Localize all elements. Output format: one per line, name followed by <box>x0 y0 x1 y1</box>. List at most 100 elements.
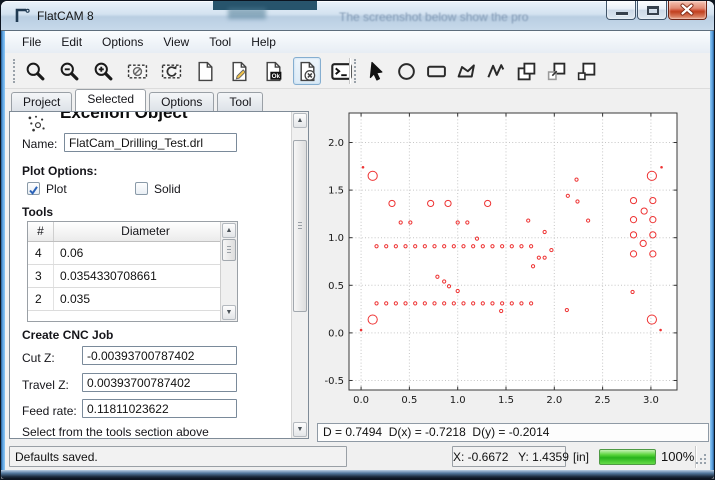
scroll-up-button[interactable]: ▲ <box>222 223 236 238</box>
tools-hint-text: Select from the tools section above <box>22 425 209 439</box>
copy-geometry-button[interactable] <box>542 57 570 85</box>
progress-percent-label: 100% <box>661 449 694 464</box>
toolbar-grip[interactable] <box>13 59 17 83</box>
menu-item-options[interactable]: Options <box>93 32 152 52</box>
resize-grip[interactable] <box>695 453 708 471</box>
scroll-down-button[interactable]: ▼ <box>222 305 236 320</box>
name-input[interactable] <box>64 133 237 152</box>
svg-text:0.0: 0.0 <box>353 395 369 406</box>
plot-checkbox-label[interactable]: Plot <box>46 182 67 196</box>
tab-project[interactable]: Project <box>11 92 72 111</box>
clear-plot-button[interactable] <box>123 57 151 85</box>
window-border-bottom <box>1 470 714 479</box>
menu-item-view[interactable]: View <box>154 32 198 52</box>
column-header-diameter[interactable]: Diameter <box>54 222 237 241</box>
column-header-num[interactable]: # <box>28 222 54 241</box>
cancel-geometry-button[interactable] <box>293 57 321 85</box>
create-cnc-job-label: Create CNC Job <box>22 328 113 342</box>
panel-scrollbar[interactable]: ▲ ▼ <box>291 112 308 438</box>
scrollbar-thumb[interactable] <box>222 239 236 261</box>
name-label: Name: <box>22 137 57 151</box>
tool-number-cell[interactable]: 2 <box>28 288 54 310</box>
tool-number-cell[interactable]: 3 <box>28 265 54 287</box>
travel-z-input[interactable] <box>82 373 237 392</box>
svg-text:2.0: 2.0 <box>546 395 562 406</box>
plot-area[interactable]: 0.00.51.01.52.02.53.0-0.50.00.51.01.52.0 <box>314 91 710 418</box>
cancel-geometry-icon <box>297 61 318 82</box>
svg-text:1.0: 1.0 <box>450 395 466 406</box>
draw-rectangle-button[interactable] <box>422 57 450 85</box>
tool-diameter-cell[interactable]: 0.035 <box>54 288 237 310</box>
check-icon <box>28 185 39 196</box>
menu-item-help[interactable]: Help <box>242 32 285 52</box>
draw-circle-button[interactable] <box>392 57 420 85</box>
table-scrollbar[interactable]: ▲ ▼ <box>220 222 237 321</box>
new-file-button[interactable] <box>191 57 219 85</box>
console-button[interactable] <box>327 57 355 85</box>
feed-rate-input[interactable] <box>82 399 237 418</box>
plot-checkbox[interactable] <box>27 182 40 195</box>
table-row[interactable]: 20.035 <box>28 288 237 311</box>
svg-text:0.0: 0.0 <box>328 328 344 339</box>
background-glass-blob <box>228 8 266 19</box>
draw-polyline-icon <box>486 61 507 82</box>
page-title: Excellon Object <box>60 112 188 123</box>
tool-diameter-cell[interactable]: 0.06 <box>54 242 237 264</box>
replot-button[interactable] <box>157 57 185 85</box>
minimize-button[interactable] <box>606 1 636 20</box>
feed-rate-label: Feed rate: <box>22 404 77 418</box>
menu-bar: FileEditOptionsViewToolHelp <box>5 31 710 53</box>
tools-label: Tools <box>22 205 53 219</box>
union-icon <box>516 61 537 82</box>
svg-text:1.5: 1.5 <box>328 186 344 197</box>
edit-geometry-button[interactable] <box>225 57 253 85</box>
tool-diameter-cell[interactable]: 0.0354330708661 <box>54 265 237 287</box>
plot-options-label: Plot Options: <box>22 164 97 178</box>
zoom-out-button[interactable] <box>55 57 83 85</box>
union-button[interactable] <box>512 57 540 85</box>
title-bar[interactable]: The screenshot below show the pro FlatCA… <box>1 1 714 31</box>
tab-selected[interactable]: Selected <box>75 89 146 111</box>
maximize-button[interactable] <box>637 1 667 20</box>
background-ghost-text: The screenshot below show the pro <box>339 10 528 24</box>
draw-polygon-button[interactable] <box>452 57 480 85</box>
svg-text:1.0: 1.0 <box>328 233 344 244</box>
edit-geometry-icon <box>229 61 250 82</box>
move-geometry-button[interactable] <box>572 57 600 85</box>
menu-item-file[interactable]: File <box>13 32 50 52</box>
scroll-down-button[interactable]: ▼ <box>293 422 307 437</box>
svg-text:2.5: 2.5 <box>595 395 611 406</box>
svg-text:1.5: 1.5 <box>498 395 514 406</box>
zoom-out-icon <box>59 61 80 82</box>
close-button[interactable] <box>668 1 707 20</box>
zoom-in-button[interactable] <box>89 57 117 85</box>
tool-number-cell[interactable]: 4 <box>28 242 54 264</box>
cut-z-input[interactable] <box>82 346 237 365</box>
menu-item-tool[interactable]: Tool <box>200 32 240 52</box>
table-row[interactable]: 30.0354330708661 <box>28 265 237 288</box>
menu-item-edit[interactable]: Edit <box>52 32 91 52</box>
solid-checkbox[interactable] <box>135 182 148 195</box>
tab-tool[interactable]: Tool <box>217 92 263 111</box>
progress-bar <box>599 449 656 465</box>
svg-text:Ok: Ok <box>271 73 280 80</box>
scroll-up-button[interactable]: ▲ <box>293 113 307 128</box>
draw-polyline-button[interactable] <box>482 57 510 85</box>
toolbar-group-draw <box>362 57 602 85</box>
travel-z-label: Travel Z: <box>22 378 69 392</box>
units-label: [in] <box>573 450 589 464</box>
table-row[interactable]: 40.06 <box>28 242 237 265</box>
tab-options[interactable]: Options <box>149 92 214 111</box>
plot-canvas[interactable]: 0.00.51.01.52.02.53.0-0.50.00.51.01.52.0 <box>314 91 710 418</box>
clear-plot-icon <box>127 61 148 82</box>
status-bar: Defaults saved. X: -0.6672 Y: 1.4359 [in… <box>5 444 710 472</box>
select-button[interactable] <box>362 57 390 85</box>
window-border-right <box>710 31 714 471</box>
toolbar-grip[interactable] <box>354 59 358 83</box>
distance-readout: D = 0.7494 D(x) = -0.7218 D(y) = -0.2014 <box>317 423 709 442</box>
solid-checkbox-label[interactable]: Solid <box>154 182 181 196</box>
update-geometry-button[interactable]: Ok <box>259 57 287 85</box>
scrollbar-thumb[interactable] <box>293 140 307 312</box>
svg-text:0.5: 0.5 <box>401 395 417 406</box>
zoom-fit-button[interactable] <box>21 57 49 85</box>
